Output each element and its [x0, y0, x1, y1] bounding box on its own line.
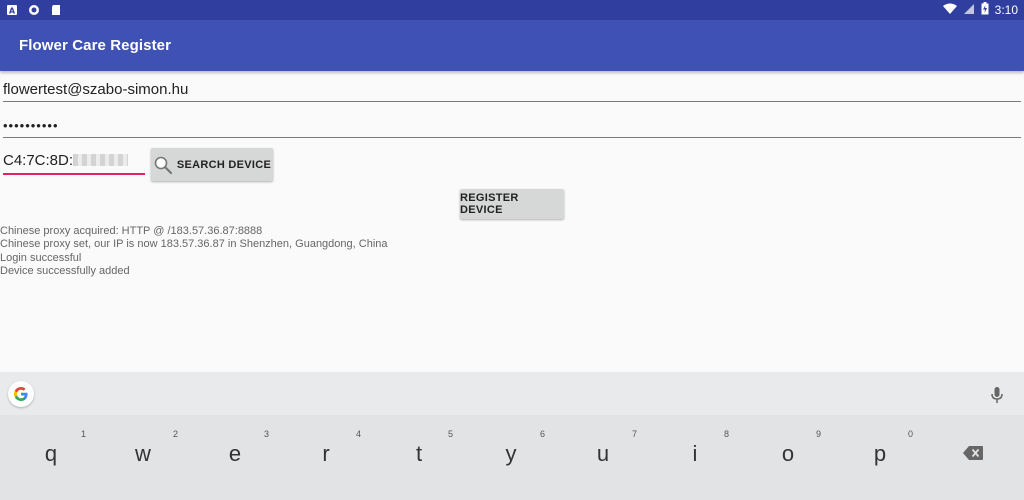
android-notification-icon: A: [6, 3, 18, 16]
key-letter: w: [135, 441, 151, 466]
backspace-key[interactable]: [932, 415, 1020, 500]
search-device-label: SEARCH DEVICE: [176, 158, 272, 171]
key-letter: o: [781, 441, 795, 466]
key-w[interactable]: 2 w: [97, 415, 189, 500]
mac-field-container: C4:7C:8D:: [3, 152, 145, 175]
register-device-label: REGISTER DEVICE: [460, 192, 519, 216]
mac-underline: [3, 173, 145, 175]
mac-redacted: [73, 154, 129, 166]
password-underline: [3, 137, 1021, 138]
keyboard-toolbar: [0, 372, 1024, 415]
key-hint: 3: [264, 429, 270, 439]
log-line: Device successfully added: [0, 265, 130, 278]
key-o[interactable]: 9 o: [741, 415, 833, 500]
key-q[interactable]: 1 q: [5, 415, 97, 500]
search-icon: [153, 155, 173, 175]
key-hint: 4: [356, 429, 362, 439]
password-field-container: [3, 117, 1021, 138]
email-underline: [3, 101, 1021, 102]
keyboard-row: 1 q 2 w 3 e 4 r 5 t 6 y 7 u 8 i 9 o 0 p: [0, 415, 1024, 500]
email-field[interactable]: [3, 81, 1021, 98]
mac-prefix: C4:7C:8D:: [3, 152, 74, 169]
log-line: Chinese proxy set, our IP is now 183.57.…: [0, 238, 388, 251]
key-t[interactable]: 5 t: [373, 415, 465, 500]
sd-card-icon: [50, 3, 62, 15]
battery-icon: [981, 2, 989, 18]
circle-icon: [28, 3, 40, 15]
key-r[interactable]: 4 r: [281, 415, 373, 500]
mac-field[interactable]: C4:7C:8D:: [3, 152, 145, 169]
search-device-button[interactable]: SEARCH DEVICE: [151, 148, 273, 181]
status-bar: A 3:10: [0, 0, 1024, 20]
password-field[interactable]: [3, 118, 1021, 133]
key-hint: 6: [540, 429, 546, 439]
key-u[interactable]: 7 u: [557, 415, 649, 500]
email-field-container: [3, 81, 1021, 102]
key-letter: p: [873, 441, 887, 466]
signal-icon: [963, 3, 975, 18]
key-letter: t: [415, 441, 423, 466]
app-bar: Flower Care Register: [0, 20, 1024, 71]
key-hint: 8: [724, 429, 730, 439]
log-line: Chinese proxy acquired: HTTP @ /183.57.3…: [0, 225, 263, 237]
register-device-button[interactable]: REGISTER DEVICE: [460, 189, 564, 219]
key-letter: r: [322, 441, 330, 466]
key-hint: 7: [632, 429, 638, 439]
log-line: Login successful: [0, 251, 82, 264]
key-letter: y: [505, 441, 517, 466]
key-i[interactable]: 8 i: [649, 415, 741, 500]
svg-text:A: A: [9, 7, 16, 16]
status-time: 3:10: [994, 3, 1018, 17]
key-letter: q: [44, 441, 58, 466]
key-letter: e: [228, 441, 242, 466]
key-hint: 5: [448, 429, 454, 439]
key-letter: u: [596, 441, 610, 466]
mic-icon[interactable]: [990, 386, 1004, 409]
app-title: Flower Care Register: [19, 37, 172, 54]
key-hint: 0: [908, 429, 914, 439]
key-hint: 9: [816, 429, 822, 439]
log-output: Chinese proxy acquired: HTTP @ /183.57.3…: [0, 225, 388, 279]
wifi-icon: [942, 3, 957, 18]
key-hint: 1: [81, 429, 87, 439]
backspace-icon: [963, 446, 983, 465]
key-letter: i: [692, 441, 698, 466]
key-y[interactable]: 6 y: [465, 415, 557, 500]
key-e[interactable]: 3 e: [189, 415, 281, 500]
key-hint: 2: [173, 429, 179, 439]
google-icon[interactable]: [8, 381, 34, 407]
key-p[interactable]: 0 p: [833, 415, 925, 500]
